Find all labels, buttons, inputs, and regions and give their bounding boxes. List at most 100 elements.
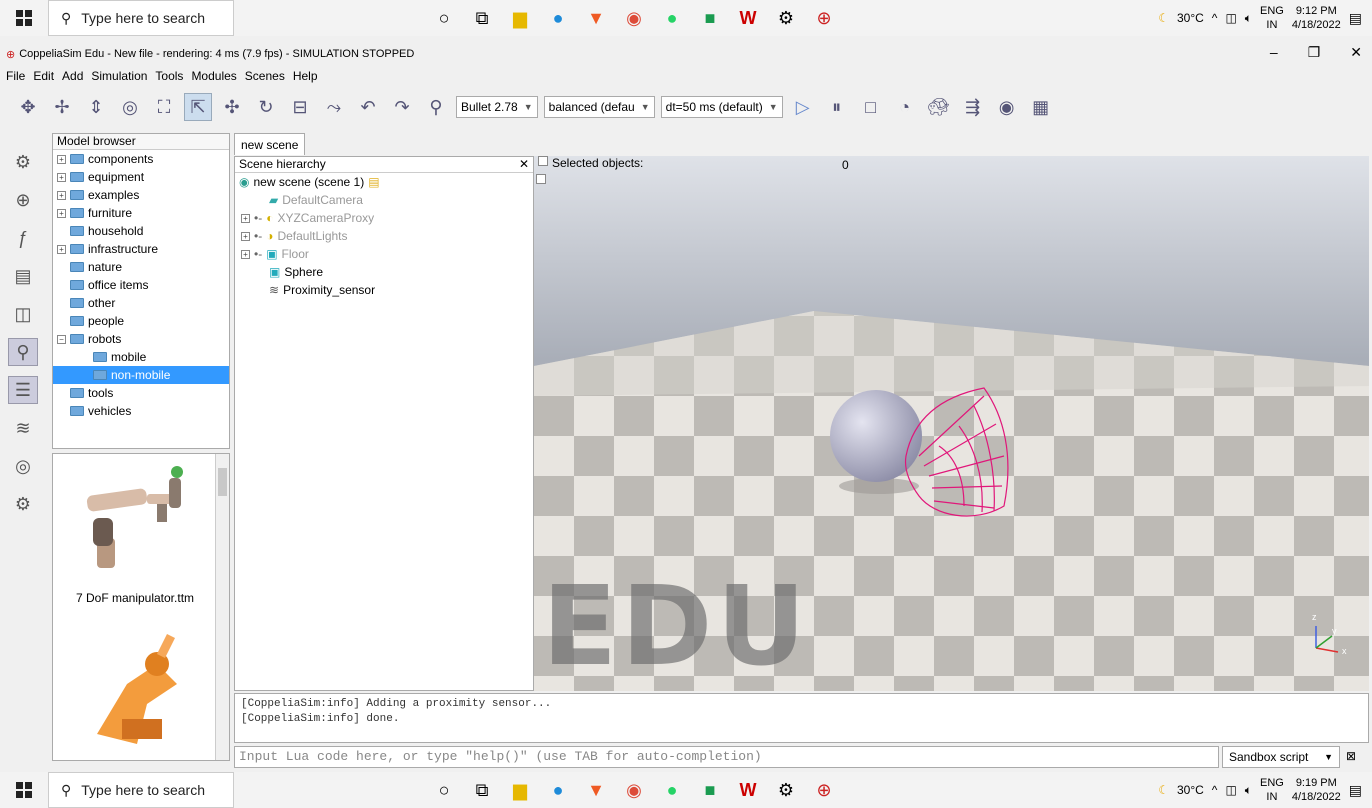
assemble-icon[interactable]: ⊟ xyxy=(286,93,314,121)
cortana-icon[interactable]: ○ xyxy=(430,4,458,32)
task-view-icon[interactable]: ⧉ xyxy=(468,4,496,32)
function-icon[interactable]: ƒ xyxy=(8,224,38,252)
notification-icon[interactable]: ▤ xyxy=(1349,10,1362,27)
dynamics-icon[interactable]: ⚲ xyxy=(422,93,450,121)
pause-icon[interactable]: ⏸ xyxy=(823,93,851,121)
undo-icon[interactable]: ↶ xyxy=(354,93,382,121)
settings-icon[interactable]: ⚙ xyxy=(772,776,800,804)
engine-select[interactable]: Bullet 2.78 ▼ xyxy=(456,96,538,118)
translate-object-icon[interactable]: ✣ xyxy=(218,93,246,121)
chrome-icon[interactable]: ◉ xyxy=(620,776,648,804)
menu-item-tools[interactable]: Tools xyxy=(155,69,183,83)
tree-item-robots[interactable]: − robots xyxy=(53,330,229,348)
menu-item-help[interactable]: Help xyxy=(293,69,318,83)
wps-icon[interactable]: W xyxy=(734,4,762,32)
layers-icon[interactable]: ≋ xyxy=(8,414,38,442)
whatsapp-icon[interactable]: ● xyxy=(658,776,686,804)
stop-icon[interactable]: □ xyxy=(857,93,885,121)
tree-item-components[interactable]: + components xyxy=(53,150,229,168)
tree-item-other[interactable]: other xyxy=(53,294,229,312)
tree-item-examples[interactable]: + examples xyxy=(53,186,229,204)
model-thumbnail-orange-robot[interactable] xyxy=(67,624,207,760)
network-icon[interactable]: ◫ xyxy=(1225,11,1236,25)
scene-root[interactable]: ◉ new scene (scene 1) ▤ xyxy=(235,173,533,191)
slower-icon[interactable]: 🐢︎ xyxy=(925,93,953,121)
meet-icon[interactable]: ■ xyxy=(696,4,724,32)
hierarchy-item-defaultlights[interactable]: + •- ◑ DefaultLights xyxy=(235,227,533,245)
file-explorer-icon[interactable]: ▆ xyxy=(506,776,534,804)
tab-new-scene[interactable]: new scene xyxy=(234,133,306,155)
windows-start-icon[interactable] xyxy=(0,772,48,808)
timestep-select[interactable]: dt=50 ms (default) ▼ xyxy=(660,96,783,118)
notification-icon[interactable]: ▤ xyxy=(1349,782,1362,799)
shift-camera-icon[interactable]: ⇕ xyxy=(82,93,110,121)
file-explorer-icon[interactable]: ▆ xyxy=(506,4,534,32)
cortana-icon[interactable]: ○ xyxy=(430,776,458,804)
camera-icon[interactable]: ◎ xyxy=(116,93,144,121)
calculation-modules-icon[interactable]: ⊕ xyxy=(8,186,38,214)
collapse-icon[interactable]: − xyxy=(57,334,66,344)
tree-item-nature[interactable]: nature xyxy=(53,258,229,276)
coppeliasim-icon[interactable]: ⊕ xyxy=(810,776,838,804)
tray-chevron-icon[interactable]: ^ xyxy=(1212,783,1218,797)
minimize-icon[interactable]: – xyxy=(1270,44,1278,61)
menu-item-modules[interactable]: Modules xyxy=(191,69,236,83)
edge-icon[interactable]: ● xyxy=(544,776,572,804)
tray-chevron-icon[interactable]: ^ xyxy=(1212,11,1218,25)
fit-view-icon[interactable]: ⛶ xyxy=(150,93,178,121)
menu-item-scenes[interactable]: Scenes xyxy=(245,69,285,83)
restore-icon[interactable]: ❐ xyxy=(1308,44,1321,61)
expand-icon[interactable]: + xyxy=(241,213,250,223)
play-icon[interactable]: ▷ xyxy=(789,93,817,121)
accuracy-select[interactable]: balanced (defau ▼ xyxy=(543,96,655,118)
user-settings-icon[interactable]: ⚙ xyxy=(8,490,38,518)
scene-hierarchy-icon[interactable]: ☰ xyxy=(8,376,38,404)
transfer-dna-icon[interactable]: ⤳ xyxy=(320,93,348,121)
expand-icon[interactable]: + xyxy=(57,190,66,200)
script-select[interactable]: Sandbox script ▼ xyxy=(1222,746,1340,768)
chrome-icon[interactable]: ◉ xyxy=(620,4,648,32)
lua-command-input[interactable]: Input Lua code here, or type "help()" (u… xyxy=(234,746,1219,768)
page-icon[interactable]: ▤ xyxy=(8,262,38,290)
clear-console-icon[interactable]: ⊠ xyxy=(1346,749,1356,763)
realtime-icon[interactable]: ◔ xyxy=(891,93,919,121)
close-hierarchy-icon[interactable]: ✕ xyxy=(519,157,529,172)
brave-icon[interactable]: ▼ xyxy=(582,4,610,32)
task-view-icon[interactable]: ⧉ xyxy=(468,776,496,804)
tree-item-mobile[interactable]: mobile xyxy=(53,348,229,366)
close-icon[interactable]: ✕ xyxy=(1350,44,1362,61)
rotate-camera-icon[interactable]: ✢ xyxy=(48,93,76,121)
rotate-object-icon[interactable]: ↻ xyxy=(252,93,280,121)
move-camera-icon[interactable]: ✥ xyxy=(14,93,42,121)
network-icon[interactable]: ◫ xyxy=(1225,783,1236,797)
whatsapp-icon[interactable]: ● xyxy=(658,4,686,32)
expand-icon[interactable]: + xyxy=(241,249,250,259)
menu-item-add[interactable]: Add xyxy=(62,69,83,83)
meet-icon[interactable]: ■ xyxy=(696,776,724,804)
volume-icon[interactable]: 🔈︎ xyxy=(1245,783,1252,798)
menu-item-edit[interactable]: Edit xyxy=(33,69,54,83)
faster-icon[interactable]: ⇶ xyxy=(959,93,987,121)
edge-icon[interactable]: ● xyxy=(544,4,572,32)
tree-item-office-items[interactable]: office items xyxy=(53,276,229,294)
model-browser-icon[interactable]: ⚲ xyxy=(8,338,38,366)
tree-item-infrastructure[interactable]: + infrastructure xyxy=(53,240,229,258)
object-properties-icon[interactable]: ◫ xyxy=(8,300,38,328)
wps-icon[interactable]: W xyxy=(734,776,762,804)
select-icon[interactable]: ⇱ xyxy=(184,93,212,121)
hierarchy-item-xyzcameraproxy[interactable]: + •- ◐ XYZCameraProxy xyxy=(235,209,533,227)
script-icon[interactable]: ▤ xyxy=(368,175,379,189)
expand-icon[interactable]: + xyxy=(57,208,66,218)
tree-item-tools[interactable]: tools xyxy=(53,384,229,402)
hierarchy-item-defaultcamera[interactable]: ▰ DefaultCamera xyxy=(235,191,533,209)
expand-icon[interactable]: + xyxy=(57,154,66,164)
settings-icon[interactable]: ⚙ xyxy=(772,4,800,32)
redo-icon[interactable]: ↷ xyxy=(388,93,416,121)
tree-item-vehicles[interactable]: vehicles xyxy=(53,402,229,420)
hierarchy-item-proximity-sensor[interactable]: ≋ Proximity_sensor xyxy=(235,281,533,299)
volume-icon[interactable]: 🔈︎ xyxy=(1245,11,1252,26)
simulation-settings-icon[interactable]: ⚙ xyxy=(8,148,38,176)
tree-item-people[interactable]: people xyxy=(53,312,229,330)
visualization-icon[interactable]: ◉ xyxy=(993,93,1021,121)
windows-start-icon[interactable] xyxy=(0,0,48,36)
